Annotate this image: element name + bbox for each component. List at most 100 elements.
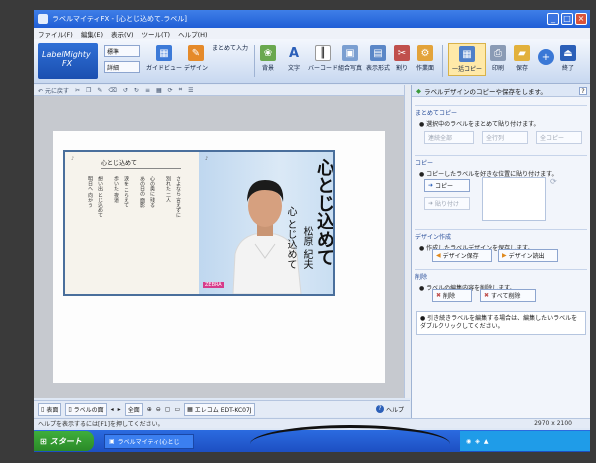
group-input[interactable]: まとめて入力 — [212, 43, 248, 52]
zoom-full-button[interactable]: 全面 — [124, 402, 143, 416]
cd-label[interactable]: ♪ 心とじ込めて さよなら 言えずに 別れた 二人 心の奥に 残る あの日の 面… — [63, 150, 335, 296]
windows-logo-icon: ⊞ — [40, 436, 47, 446]
lyrics-title: 心とじ込めて — [101, 160, 138, 167]
cover-artist: 松原 紀夫 — [301, 226, 312, 270]
taskbar-app-item[interactable]: ▣ ラベルマイティ(心とじ — [104, 433, 194, 449]
copy-all-button[interactable]: 全コピー — [536, 131, 582, 144]
status-text: ヘルプを表示するには[F1]を押してください。 — [38, 421, 164, 428]
tool-text[interactable]: A 文字 — [286, 45, 302, 73]
canvas-area: ♪ 心とじ込めて さよなら 言えずに 別れた 二人 心の奥に 残る あの日の 面… — [34, 96, 404, 398]
maximize-button[interactable]: □ — [561, 13, 573, 25]
add-button[interactable]: + — [538, 49, 554, 67]
view-standard-button[interactable]: 標準 — [104, 45, 140, 57]
paste-button[interactable]: ➜ 貼り付け — [424, 197, 470, 210]
tool-photo-label: 組合写真 — [338, 65, 363, 72]
layer-icon[interactable]: ☰ — [188, 87, 193, 94]
photo-icon: ▣ — [342, 45, 358, 61]
tool-split[interactable]: ✂ 割り — [394, 45, 410, 72]
menu-edit[interactable]: 編集(E) — [81, 29, 103, 39]
tool-photo[interactable]: ▣ 組合写真 — [338, 45, 362, 72]
rotate-icon[interactable]: ⟳ — [168, 87, 173, 94]
product-selector[interactable]: ▦ エレコム EDT-KC07J — [184, 402, 255, 416]
menu-bar: ファイル(F) 編集(E) 表示(V) ツール(T) ヘルプ(H) — [34, 28, 590, 39]
save-button[interactable]: ▰ 保存 — [514, 45, 530, 72]
tray-icon[interactable]: ◉ — [466, 438, 471, 445]
next-arrow-icon[interactable]: ▸ — [118, 406, 121, 413]
paper-size-readout: 2970 x 2100 — [534, 420, 572, 427]
cut-icon[interactable]: ✂ — [75, 87, 80, 94]
tool-format[interactable]: ▤ 表示形式 — [366, 45, 390, 72]
copy-icon[interactable]: ❐ — [86, 87, 91, 94]
bottom-toolbar: ▯ 表面 ▯ ラベルの面 ◂ ▸ 全面 ⊕ ⊖ ▢ ▭ ▦ エレコム EDT-KC07… — [34, 400, 410, 417]
tool-barcode[interactable]: ║ バーコード — [308, 45, 338, 72]
design-label: デザイン — [184, 65, 209, 72]
menu-help[interactable]: ヘルプ(H) — [178, 29, 207, 39]
guide-view-label: ガイドビュー — [146, 65, 183, 72]
tool-workspace[interactable]: ⚙ 作業面 — [416, 45, 434, 72]
crop-icon[interactable]: ⌗ — [179, 86, 182, 94]
fit-icon[interactable]: ▭ — [174, 406, 180, 413]
redo-icon[interactable]: ↻ — [134, 87, 139, 94]
ribbon-separator — [254, 45, 255, 77]
menu-view[interactable]: 表示(V) — [111, 29, 134, 39]
align-icon[interactable]: ≡ — [145, 87, 150, 94]
print-button[interactable]: ⎙ 印刷 — [490, 45, 506, 72]
design-read-button[interactable]: ▶ デザイン読出 — [498, 249, 558, 262]
refresh-icon[interactable]: ⟳ — [550, 177, 557, 186]
label-face-label: ラベルの面 — [73, 406, 104, 414]
minimize-button[interactable]: _ — [547, 13, 559, 25]
prev-arrow-icon[interactable]: ◂ — [111, 406, 114, 413]
group-copy-section: まとめてコピー ● 選択中のラベルをまとめて貼り付けます。 — [415, 105, 587, 128]
group-input-label: まとめて入力 — [212, 45, 249, 52]
guide-view-button[interactable]: ▦ ガイドビュー — [146, 45, 182, 72]
design-button[interactable]: ✎ デザイン — [184, 45, 208, 72]
pen-icon[interactable]: ✎ — [97, 87, 102, 94]
undo-button[interactable]: ↶ 元に戻す — [38, 86, 69, 95]
format-icon: ▤ — [370, 45, 386, 61]
view-detail-button[interactable]: 詳細 — [104, 61, 140, 73]
zoom-out-icon[interactable]: ⊖ — [156, 406, 161, 413]
copy-all-rows-label: 全行列 — [486, 135, 505, 142]
undo-icon[interactable]: ↺ — [123, 87, 128, 94]
copy-arrow-icon: ➜ — [428, 182, 434, 189]
copy-all-rows-button[interactable]: 全行列 — [482, 131, 528, 144]
design-icon: ✎ — [188, 45, 204, 61]
tool-background[interactable]: ❀ 背景 — [260, 45, 276, 72]
design-read-icon: ▶ — [502, 252, 507, 259]
design-save-icon: ◀ — [436, 252, 441, 259]
delete-button[interactable]: ✖ 削除 — [432, 289, 472, 302]
front-face-button[interactable]: ▯ 表面 — [38, 402, 62, 416]
label-face-button[interactable]: ▯ ラベルの面 — [65, 402, 107, 416]
delete-icon[interactable]: ⌫ — [108, 87, 116, 94]
start-button[interactable]: ⊞ スタート — [34, 431, 94, 451]
design-save-label: デザイン保存 — [442, 253, 479, 260]
design-save-button[interactable]: ◀ デザイン保存 — [432, 249, 492, 262]
tray-icon[interactable]: ▲ — [484, 438, 489, 445]
delete-all-button[interactable]: ✖ すべて削除 — [480, 289, 536, 302]
menu-file[interactable]: ファイル(F) — [38, 29, 73, 39]
panel-help-icon[interactable]: ? — [579, 86, 587, 95]
lyric-line: 歩いた 夜道 — [113, 176, 119, 203]
product-label: エレコム EDT-KC07J — [194, 406, 252, 414]
tool-format-label: 表示形式 — [366, 65, 391, 72]
grid-icon[interactable]: ▦ — [156, 87, 162, 94]
delete-all-icon: ✖ — [484, 292, 490, 299]
copy-preview-box — [482, 177, 546, 221]
copy-section: コピー ● コピーしたラベルを好きな位置に貼り付けます。 — [415, 155, 587, 178]
label-badge: ZEBRA — [203, 282, 224, 288]
vertical-scrollbar[interactable] — [404, 85, 411, 398]
page-icon: ▯ — [68, 405, 72, 413]
help-icon: ? — [375, 405, 384, 413]
menu-tools[interactable]: ツール(T) — [142, 29, 171, 39]
copy-all-continuous-button[interactable]: 連続全部 — [424, 131, 474, 144]
bulk-copy-button[interactable]: ▦ 一括コピー — [448, 43, 487, 76]
exit-button[interactable]: ⏏ 終了 — [560, 45, 576, 72]
cover-subtitle: 心 とじ込めて — [285, 206, 296, 270]
tray-icon[interactable]: ◈ — [475, 438, 480, 445]
help-button[interactable]: ? ヘルプ — [375, 405, 404, 414]
zoom-in-icon[interactable]: ⊕ — [147, 406, 152, 413]
page-view-icon[interactable]: ▢ — [165, 406, 171, 413]
barcode-icon: ║ — [315, 45, 331, 61]
close-button[interactable]: × — [575, 13, 587, 25]
copy-button[interactable]: ➜ コピー — [424, 179, 470, 192]
